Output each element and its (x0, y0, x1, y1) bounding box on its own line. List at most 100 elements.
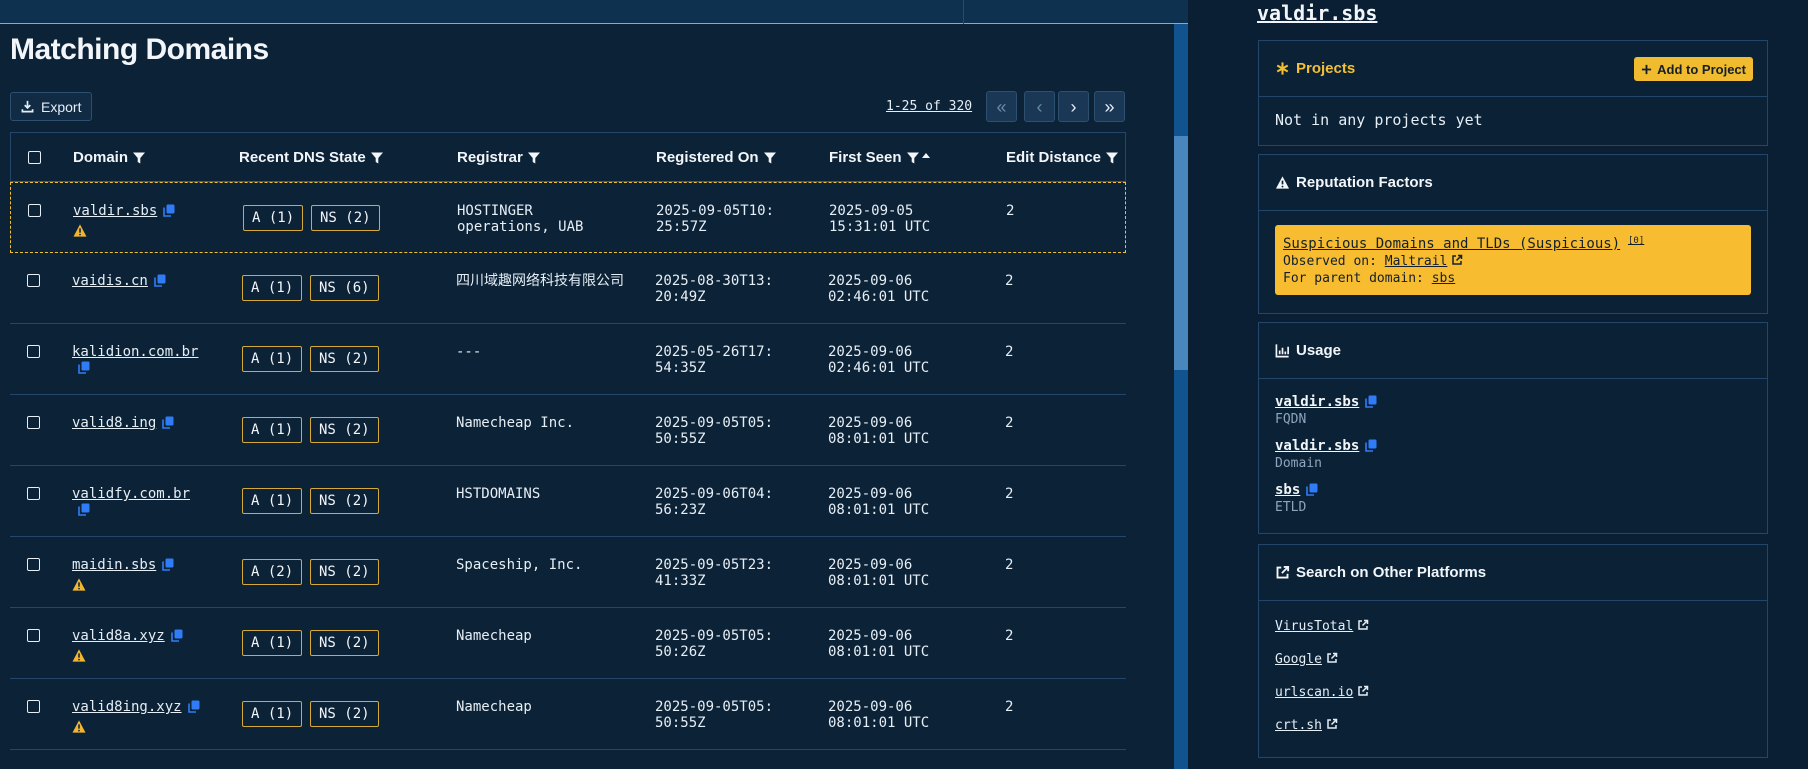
external-link-icon[interactable] (1357, 619, 1369, 631)
copy-icon[interactable] (78, 361, 90, 374)
filter-icon[interactable] (906, 151, 920, 165)
dns-ns-badge[interactable]: NS (2) (310, 346, 379, 372)
domain-link[interactable]: maidin.sbs (72, 557, 156, 573)
domain-link[interactable]: vaidis.cn (72, 273, 148, 289)
dns-ns-badge[interactable]: NS (2) (310, 701, 379, 727)
dns-ns-badge[interactable]: NS (2) (310, 559, 379, 585)
row-checkbox[interactable] (27, 629, 40, 642)
filter-icon[interactable] (1105, 151, 1119, 165)
domain-link[interactable]: valid8a.xyz (72, 628, 165, 644)
table-row[interactable]: valdir.sbs A (1) NS (2) HOSTINGER operation… (10, 182, 1126, 253)
dns-a-badge[interactable]: A (1) (242, 346, 303, 372)
copy-icon[interactable] (162, 558, 174, 571)
sort-asc-icon[interactable] (921, 150, 931, 160)
table-row[interactable]: maidin.sbs A (2) NS (2) Spaceship, Inc. 2025… (10, 537, 1126, 608)
platform-link-label[interactable]: VirusTotal (1275, 619, 1353, 634)
table-row[interactable]: valid8ing.xyz A (1) NS (2) Namecheap 2025-09… (10, 679, 1126, 750)
observed-source-link[interactable]: Maltrail (1385, 254, 1448, 269)
table-row[interactable]: kalidion.com.br A (1) NS (2) --- 2025-05-26T… (10, 324, 1126, 395)
dns-ns-badge[interactable]: NS (2) (311, 205, 380, 231)
copy-icon[interactable] (170, 629, 183, 642)
external-link-icon[interactable] (1326, 652, 1338, 664)
select-all-checkbox[interactable] (28, 151, 41, 164)
dns-a-badge[interactable]: A (1) (242, 488, 303, 514)
registrar-cell: --- (456, 344, 482, 360)
column-header-edit-distance[interactable]: Edit Distance (1006, 149, 1119, 166)
first-page-button[interactable]: « (986, 91, 1017, 122)
domain-link[interactable]: kalidion.com.br (72, 344, 198, 360)
detail-title[interactable]: valdir.sbs (1257, 1, 1377, 25)
registrar-cell: Namecheap Inc. (456, 415, 575, 431)
dns-a-badge[interactable]: A (2) (242, 559, 303, 585)
dns-ns-badge[interactable]: NS (2) (310, 630, 379, 656)
reputation-factor-title[interactable]: Suspicious Domains and TLDs (Suspicious) (1283, 236, 1620, 252)
table-row[interactable]: valid8a.xyz A (1) NS (2) Namecheap 2025-09-0… (10, 608, 1126, 679)
platform-link-label[interactable]: urlscan.io (1275, 685, 1353, 700)
usage-name-link[interactable]: valdir.sbs (1275, 438, 1359, 454)
usage-name-link[interactable]: valdir.sbs (1275, 394, 1359, 410)
dns-ns-badge[interactable]: NS (2) (310, 488, 379, 514)
dns-a-badge[interactable]: A (1) (242, 630, 303, 656)
copy-icon[interactable] (154, 274, 166, 287)
parent-domain-link[interactable]: sbs (1432, 271, 1455, 286)
domain-link[interactable]: valid8ing.xyz (72, 699, 182, 715)
table-row[interactable]: valid8.ing A (1) NS (2) Namecheap Inc. 2025-… (10, 395, 1126, 466)
add-to-project-button[interactable]: Add to Project (1634, 57, 1753, 81)
row-checkbox[interactable] (27, 345, 40, 358)
prev-page-button[interactable]: ‹ (1024, 91, 1055, 122)
dns-a-badge[interactable]: A (1) (242, 275, 303, 301)
dns-a-badge[interactable]: A (1) (243, 205, 304, 231)
platform-link-label[interactable]: crt.sh (1275, 718, 1322, 733)
column-header-domain[interactable]: Domain (73, 149, 146, 166)
domain-link[interactable]: valid8.ing (72, 415, 156, 431)
filter-icon[interactable] (370, 151, 384, 165)
row-checkbox[interactable] (27, 416, 40, 429)
row-checkbox[interactable] (27, 487, 40, 500)
next-page-button[interactable]: › (1058, 91, 1089, 122)
external-link-icon[interactable] (1357, 685, 1369, 697)
dns-ns-badge[interactable]: NS (2) (310, 417, 379, 443)
column-header-registrar[interactable]: Registrar (457, 149, 541, 166)
copy-icon[interactable] (1365, 395, 1377, 408)
copy-icon[interactable] (78, 503, 90, 516)
copy-icon[interactable] (162, 416, 174, 429)
table-row[interactable]: validfy.com.br A (1) NS (2) HSTDOMAINS 2025-… (10, 466, 1126, 537)
row-checkbox[interactable] (27, 274, 40, 287)
copy-icon[interactable] (1306, 483, 1318, 496)
column-label: Domain (73, 149, 129, 166)
platform-link[interactable]: VirusTotal (1275, 619, 1751, 634)
dns-ns-badge[interactable]: NS (6) (310, 275, 379, 301)
copy-icon[interactable] (1365, 439, 1377, 452)
platform-link[interactable]: urlscan.io (1275, 685, 1751, 700)
external-link-icon[interactable] (1451, 254, 1463, 266)
domain-link[interactable]: valdir.sbs (73, 203, 157, 219)
registered-cell: 2025-09-05T10:25:57Z (656, 203, 775, 235)
reputation-factor-ref[interactable]: [0] (1628, 236, 1644, 246)
export-button[interactable]: Export (10, 92, 93, 121)
filter-icon[interactable] (763, 151, 777, 165)
platform-link[interactable]: Google (1275, 652, 1751, 667)
external-link-icon[interactable] (1326, 718, 1338, 730)
scrollbar-thumb[interactable] (1174, 136, 1188, 370)
row-checkbox[interactable] (28, 204, 41, 217)
table-row[interactable]: vaidis.cn A (1) NS (6) 四川域趣网络科技有限公司 2025-08-… (10, 253, 1126, 324)
copy-icon[interactable] (163, 204, 175, 217)
column-header-first-seen[interactable]: First Seen (829, 149, 931, 166)
edit-distance-cell: 2 (1005, 344, 1014, 360)
filter-icon[interactable] (132, 151, 146, 165)
platform-link[interactable]: crt.sh (1275, 718, 1751, 733)
column-header-registered[interactable]: Registered On (656, 149, 777, 166)
pagination-summary[interactable]: 1-25 of 320 (886, 99, 972, 114)
filter-icon[interactable] (527, 151, 541, 165)
asterisk-icon (1276, 62, 1289, 75)
last-page-button[interactable]: » (1094, 91, 1125, 122)
usage-name-link[interactable]: sbs (1275, 482, 1300, 498)
domain-link[interactable]: validfy.com.br (72, 486, 190, 502)
platform-link-label[interactable]: Google (1275, 652, 1322, 667)
dns-a-badge[interactable]: A (1) (242, 417, 303, 443)
row-checkbox[interactable] (27, 700, 40, 713)
dns-a-badge[interactable]: A (1) (242, 701, 303, 727)
column-header-dns[interactable]: Recent DNS State (239, 149, 384, 166)
copy-icon[interactable] (187, 700, 200, 713)
row-checkbox[interactable] (27, 558, 40, 571)
